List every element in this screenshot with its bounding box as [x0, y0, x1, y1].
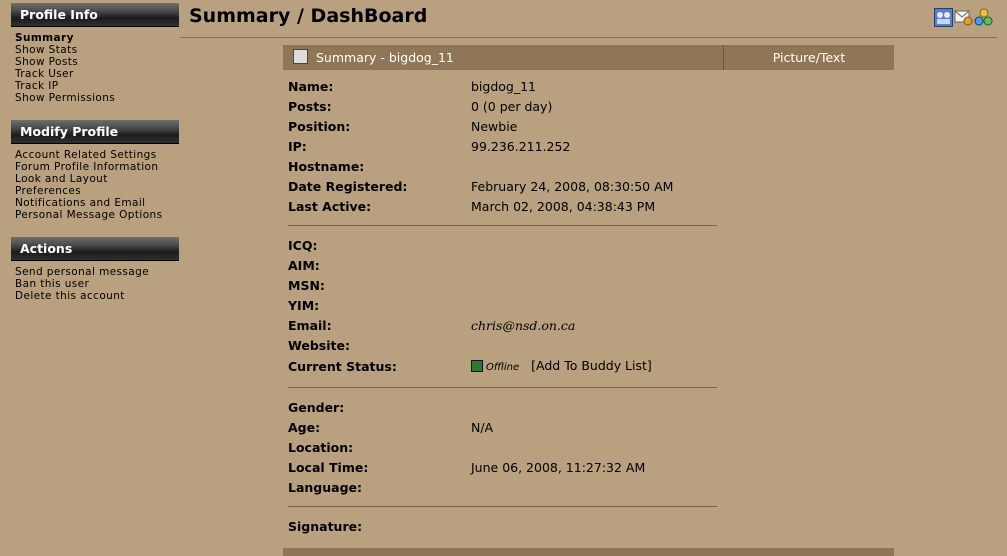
messages-icon[interactable]	[954, 8, 973, 27]
icq-label: ICQ:	[288, 238, 318, 253]
hostname-label: Hostname:	[288, 159, 365, 174]
sidebar-item-look-layout[interactable]: Look and Layout	[15, 173, 179, 185]
summary-panel-header: Summary - bigdog_11	[283, 45, 724, 70]
sidebar-item-summary[interactable]: Summary	[15, 32, 179, 44]
current-status-value: Offline [Add To Buddy List]	[471, 358, 652, 373]
sidebar-item-show-permissions[interactable]: Show Permissions	[15, 92, 179, 104]
buddies-icon[interactable]	[974, 8, 993, 27]
email-label: Email:	[288, 318, 332, 333]
picture-text-header: Picture/Text	[724, 45, 894, 70]
section-divider	[288, 506, 717, 507]
posts-value: 0 (0 per day)	[471, 99, 553, 114]
modify-profile-header: Modify Profile	[11, 120, 179, 144]
msn-label: MSN:	[288, 278, 325, 293]
date-registered-label: Date Registered:	[288, 179, 408, 194]
sidebar-item-preferences[interactable]: Preferences	[15, 185, 179, 197]
sidebar-item-show-posts[interactable]: Show Posts	[15, 56, 179, 68]
group-icon[interactable]	[934, 8, 953, 27]
age-label: Age:	[288, 420, 321, 435]
age-value: N/A	[471, 420, 494, 435]
title-divider	[180, 37, 997, 38]
header-icons	[934, 8, 993, 27]
sidebar-item-track-user[interactable]: Track User	[15, 68, 179, 80]
profile-info-header: Profile Info	[11, 3, 179, 27]
sidebar-item-show-stats[interactable]: Show Stats	[15, 44, 179, 56]
gender-label: Gender:	[288, 400, 345, 415]
local-time-value: June 06, 2008, 11:27:32 AM	[471, 460, 646, 475]
ip-value[interactable]: 99.236.211.252	[471, 139, 570, 154]
name-label: Name:	[288, 79, 334, 94]
last-active-label: Last Active:	[288, 199, 372, 214]
website-label: Website:	[288, 338, 350, 353]
section-divider	[288, 225, 717, 226]
yim-label: YIM:	[288, 298, 320, 313]
sidebar: Profile Info Summary Show Stats Show Pos…	[11, 3, 179, 302]
page-title: Summary / DashBoard	[189, 5, 428, 27]
local-time-label: Local Time:	[288, 460, 369, 475]
add-buddy-link[interactable]: [Add To Buddy List]	[531, 358, 652, 373]
sidebar-item-pm-options[interactable]: Personal Message Options	[15, 209, 179, 221]
name-value: bigdog_11	[471, 79, 537, 94]
additional-info-header	[283, 548, 894, 556]
status-text: Offline	[486, 362, 520, 373]
current-status-label: Current Status:	[288, 359, 397, 374]
language-label: Language:	[288, 480, 363, 495]
profile-icon	[293, 49, 308, 64]
location-label: Location:	[288, 440, 354, 455]
sidebar-item-ban-user[interactable]: Ban this user	[15, 278, 179, 290]
posts-label: Posts:	[288, 99, 332, 114]
actions-header: Actions	[11, 237, 179, 261]
sidebar-item-send-pm[interactable]: Send personal message	[15, 266, 179, 278]
last-active-value: March 02, 2008, 04:38:43 PM	[471, 199, 656, 214]
position-value: Newbie	[471, 119, 518, 134]
section-divider	[288, 387, 717, 388]
sidebar-item-account-settings[interactable]: Account Related Settings	[15, 149, 179, 161]
aim-label: AIM:	[288, 258, 320, 273]
sidebar-item-notifications[interactable]: Notifications and Email	[15, 197, 179, 209]
sidebar-item-track-ip[interactable]: Track IP	[15, 80, 179, 92]
ip-label: IP:	[288, 139, 307, 154]
summary-panel-title: Summary - bigdog_11	[316, 50, 454, 65]
email-link[interactable]: chris@nsd.on.ca	[471, 318, 575, 333]
position-label: Position:	[288, 119, 351, 134]
sidebar-item-delete-account[interactable]: Delete this account	[15, 290, 179, 302]
signature-label: Signature:	[288, 519, 363, 534]
date-registered-value: February 24, 2008, 08:30:50 AM	[471, 179, 674, 194]
offline-icon	[471, 360, 483, 372]
sidebar-item-forum-profile[interactable]: Forum Profile Information	[15, 161, 179, 173]
